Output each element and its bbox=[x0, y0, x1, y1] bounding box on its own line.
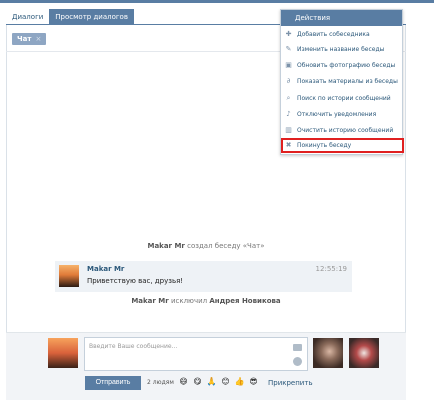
event-target[interactable]: Андрея Новикова bbox=[209, 297, 280, 305]
trash-icon: ▥ bbox=[285, 126, 292, 134]
menu-item-label: Изменить название беседы bbox=[297, 46, 385, 53]
emoji-icon[interactable]: 🙏 bbox=[206, 376, 217, 387]
actions-menu: Действия ✚ Добавить собеседника ✎ Измени… bbox=[280, 9, 404, 155]
message: Makar Mr Приветствую вас, друзья! 12:55:… bbox=[55, 261, 352, 292]
menu-item-clear-history[interactable]: ▥ Очистить историю сообщений bbox=[281, 123, 402, 138]
tab-view-dialogs[interactable]: Просмотр диалогов bbox=[49, 9, 134, 25]
event-verb: исключил bbox=[170, 297, 208, 305]
attach-button[interactable]: Прикрепить bbox=[268, 379, 313, 387]
chat-chip-label: Чат bbox=[17, 35, 32, 43]
mute-icon: ♪ bbox=[286, 110, 291, 118]
message-input[interactable]: Введите Ваше сообщение... bbox=[84, 337, 308, 371]
menu-item-mute[interactable]: ♪ Отключить уведомления bbox=[281, 107, 402, 122]
camera-icon[interactable] bbox=[293, 344, 302, 351]
chat-chip[interactable]: Чат × bbox=[12, 33, 47, 45]
message-author[interactable]: Makar Mr bbox=[87, 265, 124, 273]
peer-avatar[interactable] bbox=[313, 338, 343, 368]
peer-avatar[interactable] bbox=[349, 338, 379, 368]
close-icon: ✖ bbox=[285, 141, 292, 149]
emoji-bar: 😄 😋 🙏 😊 👍 😎 bbox=[178, 376, 259, 387]
menu-item-rename[interactable]: ✎ Изменить название беседы bbox=[281, 42, 402, 57]
smile-icon[interactable] bbox=[293, 357, 302, 366]
search-icon: ⌕ bbox=[286, 94, 291, 102]
event-text: создал беседу «Чат» bbox=[187, 242, 265, 250]
event-actor[interactable]: Makar Mr bbox=[147, 242, 184, 250]
menu-item-leave-chat[interactable]: ✖ Покинуть беседу bbox=[281, 138, 404, 153]
pencil-icon: ✎ bbox=[285, 45, 292, 53]
menu-item-label: Отключить уведомления bbox=[297, 111, 377, 118]
emoji-icon[interactable]: 😋 bbox=[192, 376, 203, 387]
message-time: 12:55:19 bbox=[315, 265, 347, 273]
menu-item-label: Обновить фотографию беседы bbox=[297, 62, 396, 69]
plus-icon: ✚ bbox=[285, 30, 292, 38]
event-actor[interactable]: Makar Mr bbox=[131, 297, 168, 305]
menu-item-label: Покинуть беседу bbox=[297, 142, 352, 149]
my-avatar[interactable] bbox=[48, 338, 78, 368]
menu-header[interactable]: Действия bbox=[281, 10, 402, 26]
recipients-count[interactable]: 2 людям bbox=[147, 379, 174, 386]
menu-item-update-photo[interactable]: ▣ Обновить фотографию беседы bbox=[281, 58, 402, 73]
tab-dialogs[interactable]: Диалоги bbox=[6, 9, 49, 25]
menu-item-label: Поиск по истории сообщений bbox=[297, 95, 391, 102]
top-bar bbox=[0, 0, 434, 3]
menu-item-label: Очистить историю сообщений bbox=[297, 127, 394, 134]
emoji-icon[interactable]: 😄 bbox=[178, 376, 189, 387]
menu-item-search-history[interactable]: ⌕ Поиск по истории сообщений bbox=[281, 91, 402, 106]
message-placeholder: Введите Ваше сообщение... bbox=[89, 343, 178, 350]
menu-item-label: Показать материалы из беседы bbox=[297, 78, 398, 85]
emoji-icon[interactable]: 😊 bbox=[220, 376, 231, 387]
menu-item-add-member[interactable]: ✚ Добавить собеседника bbox=[281, 27, 402, 42]
camera-icon: ▣ bbox=[285, 61, 292, 69]
event-created: Makar Mr создал беседу «Чат» bbox=[6, 242, 406, 250]
send-button[interactable]: Отправить bbox=[85, 376, 141, 390]
chip-close-icon[interactable]: × bbox=[35, 35, 41, 43]
emoji-icon[interactable]: 😎 bbox=[248, 376, 259, 387]
event-excluded: Makar Mr исключил Андрея Новикова bbox=[6, 297, 406, 305]
dialog-tabs: Диалоги Просмотр диалогов bbox=[6, 9, 134, 25]
paperclip-icon: ∂ bbox=[286, 77, 291, 85]
message-avatar[interactable] bbox=[59, 265, 79, 287]
menu-item-show-materials[interactable]: ∂ Показать материалы из беседы bbox=[281, 74, 402, 89]
menu-item-label: Добавить собеседника bbox=[297, 31, 370, 38]
emoji-icon[interactable]: 👍 bbox=[234, 376, 245, 387]
message-text: Приветствую вас, друзья! bbox=[87, 277, 184, 285]
